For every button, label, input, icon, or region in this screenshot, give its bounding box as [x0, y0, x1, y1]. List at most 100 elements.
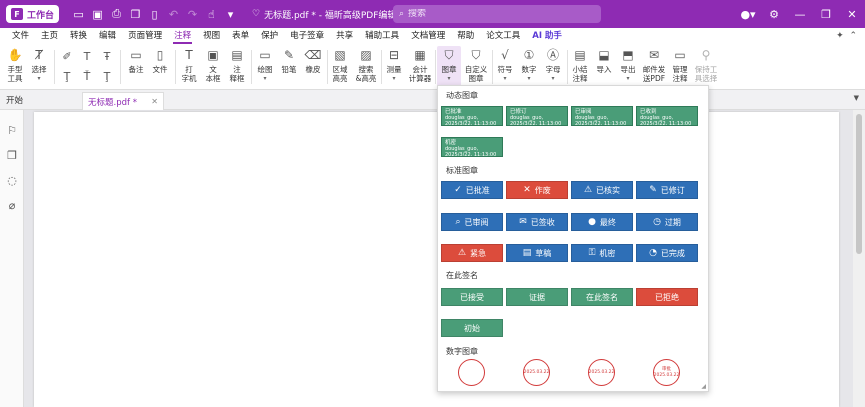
- hand-tool-button[interactable]: ✋ 手型 工具: [4, 46, 26, 84]
- menu-help[interactable]: 帮助: [451, 28, 480, 44]
- standard-stamp-verified[interactable]: ⚠ 已核实: [571, 181, 633, 199]
- minimize-button[interactable]: —: [787, 0, 813, 28]
- tab-start[interactable]: 开始: [6, 94, 23, 106]
- lightbulb-icon[interactable]: ✦: [836, 31, 844, 41]
- dynamic-stamp-confidential[interactable]: 机密 douglas_guo, 2025/3/22, 11:13:00: [441, 137, 503, 157]
- insert-text-icon[interactable]: Ţ: [99, 68, 115, 84]
- typewriter-button[interactable]: T 打 字机: [178, 46, 200, 84]
- underline-text-icon[interactable]: T: [79, 48, 95, 64]
- digital-seal-dated[interactable]: 2025.03.22: [523, 359, 550, 386]
- symbol-button[interactable]: √ 符号 ▾: [494, 46, 516, 83]
- calculator-button[interactable]: ▦ 会计 计算器: [407, 46, 433, 84]
- menu-comment[interactable]: 注释: [168, 28, 197, 44]
- menu-edit[interactable]: 编辑: [93, 28, 122, 44]
- close-tab-icon[interactable]: ✕: [151, 97, 158, 106]
- dynamic-stamp-received[interactable]: 已收到 douglas_guo, 2025/3/22, 11:13:00: [636, 106, 698, 126]
- letter-button[interactable]: Ⓐ 字母 ▾: [542, 46, 564, 83]
- stamp-button[interactable]: ⛉ 图章 ▾: [437, 46, 461, 86]
- select-button[interactable]: Ⱦ 选择 ▾: [28, 46, 50, 83]
- customize-dropdown-icon[interactable]: ▾: [221, 5, 240, 23]
- note-button[interactable]: ▭ 备注: [125, 46, 147, 75]
- number-button[interactable]: ① 数字 ▾: [518, 46, 540, 83]
- standard-stamp-urgent[interactable]: ⚠ 紧急: [441, 244, 503, 262]
- menu-view[interactable]: 视图: [197, 28, 226, 44]
- attachment-icon[interactable]: ⌀: [4, 197, 20, 213]
- collapse-ribbon-icon[interactable]: ⌃: [849, 31, 857, 41]
- tab-document[interactable]: 无标题.pdf * ✕: [82, 92, 164, 110]
- new-document-icon[interactable]: ❐: [126, 5, 145, 23]
- menu-protect[interactable]: 保护: [255, 28, 284, 44]
- standard-stamp-received[interactable]: ✉ 已签收: [506, 213, 568, 231]
- document-icon[interactable]: ▯: [145, 5, 164, 23]
- standard-stamp-reviewed[interactable]: ⌕ 已审阅: [441, 213, 503, 231]
- hand-tool-icon[interactable]: ☝: [202, 5, 221, 23]
- open-folder-icon[interactable]: ▭: [69, 5, 88, 23]
- comments-icon[interactable]: ◌: [4, 172, 20, 188]
- sign-stamp-accepted[interactable]: 已接受: [441, 288, 503, 306]
- menu-home[interactable]: 主页: [35, 28, 64, 44]
- dynamic-stamp-revised[interactable]: 已修订 douglas_guo, 2025/3/22, 11:13:00: [506, 106, 568, 126]
- drawing-button[interactable]: ▭ 绘图 ▾: [254, 46, 276, 83]
- pencil-button[interactable]: ✎ 铅笔: [278, 46, 300, 75]
- file-attachment-button[interactable]: ▯ 文件: [149, 46, 171, 75]
- menu-ai-assistant[interactable]: AI 助手: [526, 28, 568, 44]
- menu-share[interactable]: 共享: [330, 28, 359, 44]
- tab-list-dropdown-icon[interactable]: ▼: [854, 94, 859, 102]
- sign-stamp-witness[interactable]: 证据: [506, 288, 568, 306]
- vertical-scrollbar[interactable]: [853, 110, 865, 407]
- import-button[interactable]: ⬓ 导入: [593, 46, 615, 75]
- menu-convert[interactable]: 转换: [64, 28, 93, 44]
- email-pdf-button[interactable]: ✉ 邮件发 送PDF: [641, 46, 667, 84]
- search-input[interactable]: [408, 9, 569, 19]
- digital-seal-dated[interactable]: 2025.03.22: [588, 359, 615, 386]
- standard-stamp-draft[interactable]: ▤ 草稿: [506, 244, 568, 262]
- search-highlight-button[interactable]: ▨ 搜索 &高亮: [353, 46, 379, 84]
- dynamic-stamp-approved[interactable]: 已批准 douglas_guo, 2025/3/22, 11:13:00: [441, 106, 503, 126]
- restore-button[interactable]: ❐: [813, 0, 839, 28]
- digital-seal-blank[interactable]: [458, 359, 485, 386]
- menu-document-management[interactable]: 文档管理: [405, 28, 451, 44]
- menu-page-management[interactable]: 页面管理: [122, 28, 168, 44]
- heart-icon[interactable]: ♡: [252, 9, 260, 19]
- sign-stamp-initial[interactable]: 初始: [441, 319, 503, 337]
- standard-stamp-final[interactable]: ● 最终: [571, 213, 633, 231]
- strikeout-text-icon[interactable]: Ŧ: [99, 48, 115, 64]
- print-icon[interactable]: ⎙: [107, 5, 126, 23]
- dynamic-stamp-reviewed[interactable]: 已审阅 douglas_guo, 2025/3/22, 11:13:00: [571, 106, 633, 126]
- settings-icon[interactable]: ⚙: [761, 0, 787, 28]
- standard-stamp-completed[interactable]: ◔ 已完成: [636, 244, 698, 262]
- user-account-icon[interactable]: ●▾: [735, 0, 761, 28]
- callout-button[interactable]: ▤ 注 释框: [226, 46, 248, 84]
- export-button[interactable]: ⬒ 导出 ▾: [617, 46, 639, 83]
- sign-stamp-sign-here[interactable]: 在此签名: [571, 288, 633, 306]
- menu-file[interactable]: 文件: [6, 28, 35, 44]
- standard-stamp-confidential[interactable]: ⚿ 机密: [571, 244, 633, 262]
- workbench-button[interactable]: F 工作台: [6, 5, 60, 23]
- menu-form[interactable]: 表单: [226, 28, 255, 44]
- menu-accessibility[interactable]: 辅助工具: [359, 28, 405, 44]
- digital-seal-approval[interactable]: 审批 2025.03.22: [653, 359, 680, 386]
- highlight-icon[interactable]: ✐: [59, 48, 75, 64]
- measure-button[interactable]: ⊟ 测量 ▾: [383, 46, 405, 83]
- standard-stamp-approved[interactable]: ✓ 已批准: [441, 181, 503, 199]
- scrollbar-thumb[interactable]: [856, 114, 862, 254]
- keep-tool-selected-button[interactable]: ⚲ 保持工 具选择: [693, 46, 719, 84]
- squiggly-text-icon[interactable]: Ţ: [59, 68, 75, 84]
- standard-stamp-expired[interactable]: ◷ 过期: [636, 213, 698, 231]
- sign-stamp-rejected[interactable]: 已拒绝: [636, 288, 698, 306]
- close-button[interactable]: ✕: [839, 0, 865, 28]
- eraser-button[interactable]: ⌫ 橡皮: [302, 46, 324, 75]
- page-thumbnails-icon[interactable]: ❐: [4, 147, 20, 163]
- undo-icon[interactable]: ↶: [164, 5, 183, 23]
- resize-grip-icon[interactable]: ◢: [701, 383, 706, 390]
- search-box[interactable]: ⌕: [393, 5, 601, 23]
- summarize-comments-button[interactable]: ▤ 小结 注释: [569, 46, 591, 84]
- replace-text-icon[interactable]: Ť: [79, 68, 95, 84]
- textbox-button[interactable]: ▣ 文 本框: [202, 46, 224, 84]
- save-icon[interactable]: ▣: [88, 5, 107, 23]
- redo-icon[interactable]: ↷: [183, 5, 202, 23]
- standard-stamp-void[interactable]: ✕ 作废: [506, 181, 568, 199]
- manage-comments-button[interactable]: ▭ 管理 注释: [669, 46, 691, 84]
- menu-thesis-tools[interactable]: 论文工具: [480, 28, 526, 44]
- standard-stamp-revised[interactable]: ✎ 已修订: [636, 181, 698, 199]
